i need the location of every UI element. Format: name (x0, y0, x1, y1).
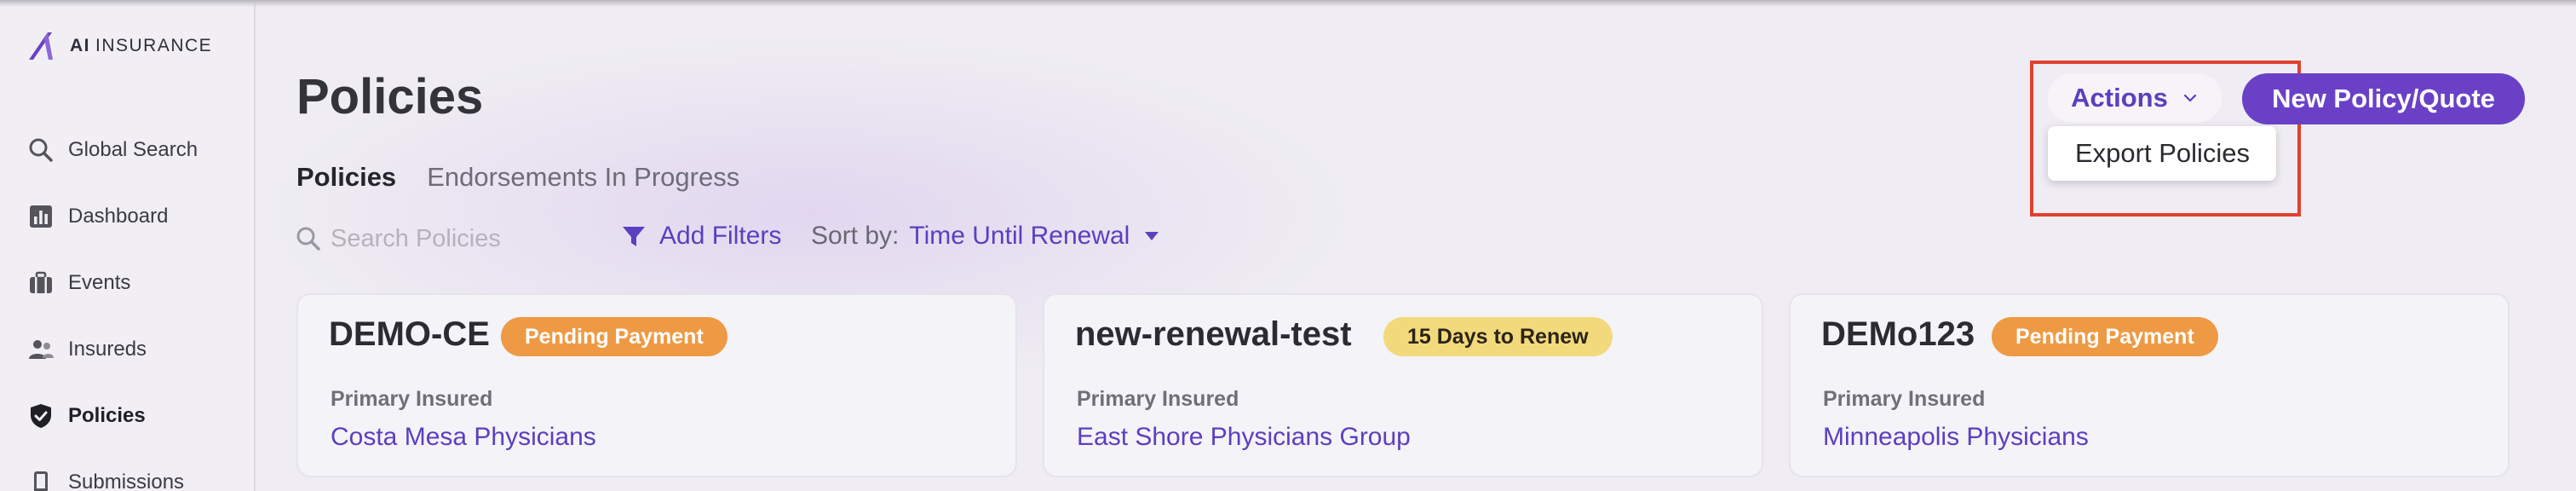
tab-bar: Policies Endorsements In Progress (296, 162, 739, 193)
actions-button[interactable]: Actions (2048, 73, 2222, 123)
primary-insured-link[interactable]: Minneapolis Physicians (1823, 423, 2089, 452)
sidebar-item-label: Events (68, 271, 131, 294)
search-bar (295, 220, 584, 257)
policy-title: DEMO-CE (329, 315, 490, 353)
users-icon (29, 340, 54, 359)
sort-control: Sort by: Time Until Renewal (811, 222, 1159, 251)
logo-text: AI INSURANCE (70, 36, 213, 55)
add-filters-label: Add Filters (659, 222, 782, 250)
sidebar-item-events[interactable]: Events (27, 264, 130, 302)
sidebar-item-label: Dashboard (68, 205, 169, 228)
shield-check-icon (31, 404, 51, 428)
sidebar-item-insureds[interactable]: Insureds (27, 331, 147, 368)
sidebar-item-dashboard[interactable]: Dashboard (27, 198, 168, 235)
status-badge: Pending Payment (1992, 317, 2218, 356)
briefcase-icon (30, 271, 52, 293)
chevron-down-icon (2183, 94, 2196, 102)
search-icon (29, 138, 53, 162)
tab-policies[interactable]: Policies (296, 162, 396, 193)
status-badge: Pending Payment (501, 317, 727, 356)
caret-down-icon[interactable] (1145, 232, 1159, 240)
sidebar-item-policies[interactable]: Policies (27, 397, 146, 435)
search-input[interactable] (331, 224, 578, 253)
new-policy-quote-button[interactable]: New Policy/Quote (2242, 73, 2525, 124)
sidebar-item-global-search[interactable]: Global Search (27, 131, 198, 169)
filter-icon (623, 227, 645, 246)
sort-label: Sort by: (811, 222, 900, 250)
policy-card[interactable]: DEMo123 Pending Payment Primary Insured … (1789, 293, 2510, 477)
actions-label: Actions (2071, 83, 2168, 113)
bar-chart-icon (30, 205, 52, 228)
app-logo[interactable]: AI INSURANCE (26, 29, 212, 63)
logo-mark-icon (29, 32, 53, 60)
sidebar-item-label: Submissions (68, 471, 185, 491)
top-shadow (0, 0, 2576, 7)
primary-insured-label: Primary Insured (1077, 387, 1239, 411)
sidebar-item-label: Insureds (68, 338, 147, 361)
primary-insured-link[interactable]: East Shore Physicians Group (1077, 423, 1411, 452)
phone-icon (34, 471, 48, 491)
sidebar-item-submissions[interactable]: Submissions (27, 464, 184, 491)
policy-title: new-renewal-test (1075, 315, 1352, 353)
page-title: Policies (296, 69, 484, 124)
status-badge: 15 Days to Renew (1383, 317, 1613, 356)
policy-title: DEMo123 (1821, 315, 1975, 353)
sidebar-item-label: Global Search (68, 138, 198, 161)
add-filters-button[interactable]: Add Filters (620, 222, 781, 251)
search-icon (296, 227, 320, 251)
policy-card[interactable]: DEMO-CE Pending Payment Primary Insured … (296, 293, 1017, 477)
sidebar-item-label: Policies (68, 404, 146, 427)
tab-endorsements-in-progress[interactable]: Endorsements In Progress (427, 162, 739, 193)
sort-value-select[interactable]: Time Until Renewal (909, 222, 1130, 251)
sidebar: AI INSURANCE Global Search Dashboard Even… (0, 0, 256, 491)
export-policies-menu-item[interactable]: Export Policies (2048, 126, 2276, 181)
primary-insured-link[interactable]: Costa Mesa Physicians (331, 423, 596, 452)
primary-insured-label: Primary Insured (331, 387, 493, 411)
primary-insured-label: Primary Insured (1823, 387, 1986, 411)
policy-card[interactable]: new-renewal-test 15 Days to Renew Primar… (1043, 293, 1763, 477)
